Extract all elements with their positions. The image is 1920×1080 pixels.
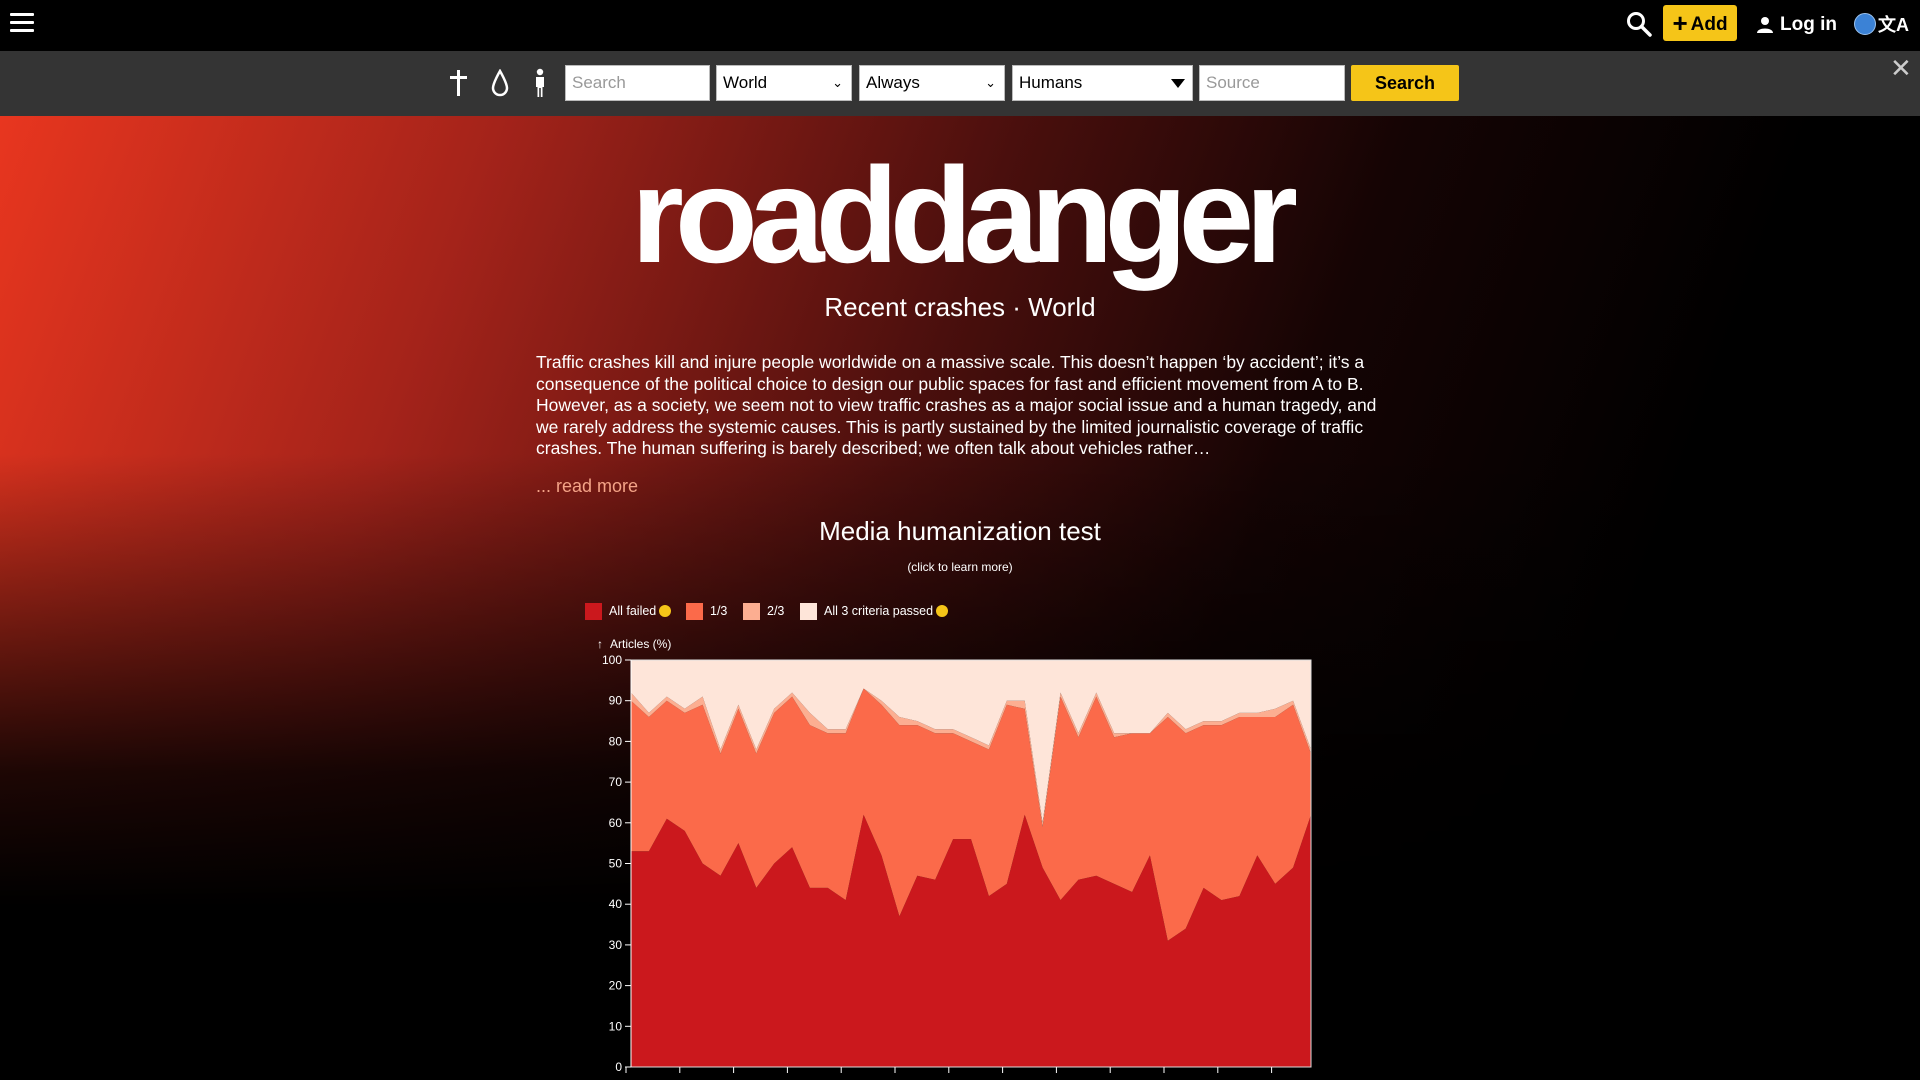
y-axis-arrow-icon: ↑ <box>597 637 603 651</box>
menu-icon[interactable] <box>10 13 34 33</box>
triangle-down-icon <box>1171 79 1185 88</box>
person-type-select[interactable]: Humans <box>1012 65 1193 101</box>
country-select-value: World <box>723 73 768 92</box>
read-more-link[interactable]: ... read more <box>536 476 638 497</box>
chart-plot: 0 10 20 30 40 50 60 70 80 90 100 ↑ Articles (%) <box>597 637 1312 1074</box>
search-input[interactable]: Search <box>565 65 710 101</box>
y-tick-label: 70 <box>609 775 623 789</box>
y-tick-label: 80 <box>609 734 623 748</box>
plus-icon: + <box>1672 8 1688 38</box>
page-subtitle: Recent crashes · World <box>824 292 1096 322</box>
y-tick-label: 30 <box>609 938 623 952</box>
y-tick-label: 10 <box>609 1019 623 1033</box>
pedestrian-icon[interactable] <box>525 65 555 101</box>
chevron-down-icon: ⌄ <box>985 75 996 90</box>
person-type-select-value: Humans <box>1019 73 1083 92</box>
source-input[interactable]: Source <box>1199 65 1345 101</box>
y-tick-label: 90 <box>609 694 623 708</box>
y-tick-label: 20 <box>609 979 623 993</box>
humanization-chart[interactable]: All failed 1/3 2/3 All 3 criteria passed… <box>540 590 1340 1080</box>
search-button[interactable]: Search <box>1351 65 1459 101</box>
language-selector[interactable]: 文A <box>1854 10 1909 38</box>
translate-icon: 文A <box>1878 15 1909 35</box>
y-axis-label: Articles (%) <box>610 637 671 651</box>
y-tick-label: 50 <box>609 857 623 871</box>
search-icon[interactable] <box>1626 11 1654 39</box>
add-button-label: Add <box>1690 14 1728 35</box>
period-select[interactable]: Always ⌄ <box>859 65 1005 101</box>
period-select-value: Always <box>866 73 920 92</box>
y-tick-label: 0 <box>615 1060 622 1074</box>
site-logo[interactable]: roaddanger <box>0 140 1920 290</box>
top-navigation-bar: + Add Log in 文A <box>0 0 1920 51</box>
login-button[interactable]: Log in <box>1756 12 1837 38</box>
blood-drop-icon[interactable] <box>485 65 515 101</box>
chart-title[interactable]: Media humanization test <box>0 516 1920 547</box>
chevron-down-icon: ⌄ <box>832 75 843 90</box>
death-cross-icon[interactable] <box>444 65 474 101</box>
login-label: Log in <box>1780 14 1837 35</box>
y-tick-label: 60 <box>609 816 623 830</box>
add-button[interactable]: + Add <box>1663 5 1737 41</box>
filter-bar: Search World ⌄ Always ⌄ Humans Source Se… <box>0 51 1920 116</box>
y-tick-label: 100 <box>602 653 622 667</box>
y-tick-label: 40 <box>609 897 623 911</box>
intro-text: Traffic crashes kill and injure people w… <box>536 352 1377 458</box>
country-select[interactable]: World ⌄ <box>716 65 852 101</box>
close-icon[interactable]: ✕ <box>1890 52 1912 84</box>
globe-icon <box>1854 13 1876 35</box>
user-icon <box>1757 17 1773 33</box>
chart-subtitle[interactable]: (click to learn more) <box>0 560 1920 574</box>
